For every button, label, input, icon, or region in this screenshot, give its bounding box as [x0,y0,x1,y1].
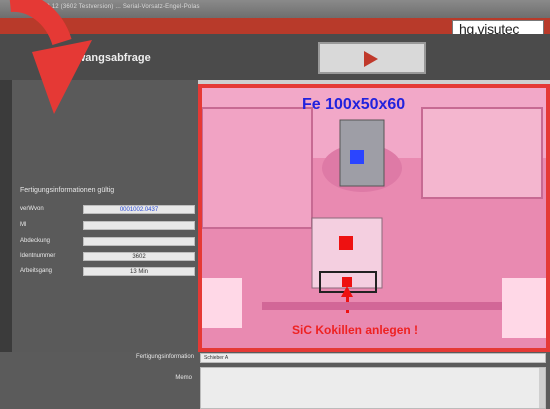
row-label: verWvon [20,206,44,212]
photo-caption-bottom: SiC Kokillen anlegen ! [292,323,419,337]
photo-caption-top: Fe 100x50x60 [302,96,406,113]
row-label: Ml [20,222,27,228]
row-value-field[interactable] [83,221,195,230]
info-row-ml: Ml [20,221,196,232]
fertigung-input[interactable]: Schieber A [200,353,546,363]
row-value-field[interactable]: 13 Min [83,267,195,276]
info-section-title: Fertigungsinformationen gültig [20,187,115,194]
info-row-identnummer: Identnummer 3602 [20,252,196,263]
info-row-arbeitsgang: Arbeitsgang 13 Min [20,267,196,278]
row-value-field[interactable]: 3602 [83,252,195,261]
play-button[interactable] [318,42,426,74]
memo-scrollbar[interactable] [539,368,545,408]
info-row-abdeckung: Abdeckung [20,237,196,248]
memo-label: Memo [175,375,192,381]
row-label: Identnummer [20,253,56,259]
fertigung-label: Fertigungsinformation [135,354,194,360]
curved-arrow-icon [9,0,92,114]
row-value-field[interactable] [83,237,195,246]
mold-illustration [202,88,546,348]
info-row-verwvon: verWvon 0001002.0437 [20,205,196,216]
memo-textarea[interactable] [200,367,546,409]
row-label: Abdeckung [20,238,51,244]
row-value-field[interactable]: 0001002.0437 [83,205,195,214]
row-label: Arbeitsgang [20,268,53,274]
play-icon [364,51,378,67]
mold-photo: Fe 100x50x60 SiC Kokillen anlegen ! [202,88,546,348]
